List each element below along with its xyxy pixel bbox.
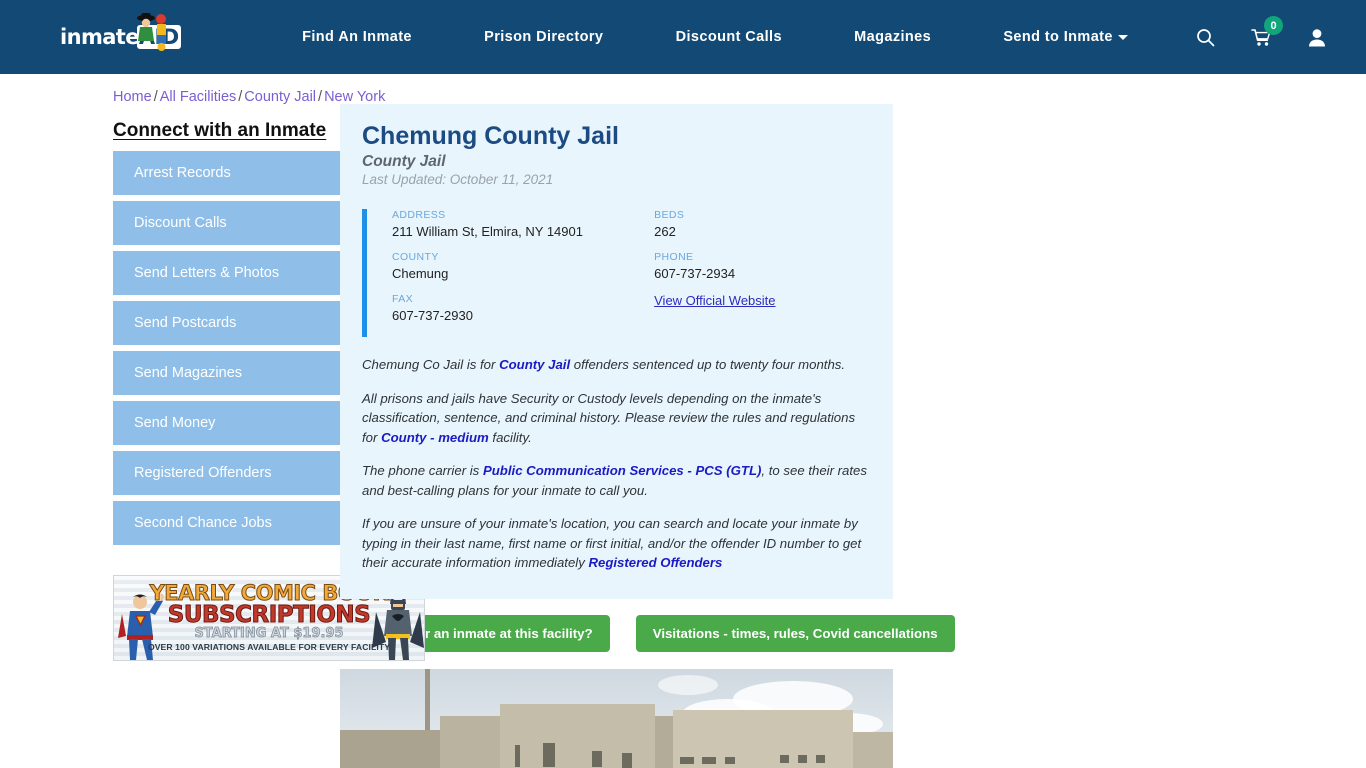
search-icon[interactable] (1194, 25, 1216, 49)
last-updated-text: Last Updated: October 11, 2021 (362, 172, 554, 187)
cart-count-badge: 0 (1264, 16, 1283, 35)
facility-details-block: ADDRESS 211 William St, Elmira, NY 14901… (362, 209, 871, 337)
description-paragraph-3: The phone carrier is Public Communicatio… (362, 461, 871, 500)
detail-label: COUNTY (392, 251, 439, 263)
shopping-cart-icon[interactable]: 0 (1250, 16, 1283, 49)
facility-details-column-right: BEDS 262 PHONE 607-737-2934 View Officia… (654, 209, 871, 337)
breadcrumb-separator: / (153, 89, 158, 105)
breadcrumb-separator: / (318, 89, 323, 105)
user-account-icon[interactable] (1306, 25, 1328, 49)
inmateaid-logo[interactable]: inmateAID (60, 13, 181, 59)
detail-value: 607-737-2934 (654, 266, 736, 281)
breadcrumb-item-county-jail[interactable]: County Jail (244, 89, 316, 105)
nav-link-discount-calls[interactable]: Discount Calls (676, 29, 782, 45)
nav-icon-group: 0 (1194, 16, 1342, 49)
detail-value: 607-737-2930 (392, 308, 473, 323)
description-paragraph-2: All prisons and jails have Security or C… (362, 389, 871, 448)
detail-beds: BEDS 262 (654, 209, 871, 239)
detail-label: PHONE (654, 251, 694, 263)
detail-fax: FAX 607-737-2930 (392, 293, 654, 323)
link-registered-offenders[interactable]: Registered Offenders (588, 555, 722, 570)
detail-county: COUNTY Chemung (392, 251, 654, 281)
link-county-medium[interactable]: County - medium (381, 430, 489, 445)
left-sidebar: Home / All Facilities / County Jail / New York… (0, 74, 435, 768)
chevron-down-icon (1117, 34, 1128, 40)
detail-value: 262 (654, 224, 676, 239)
inmate-figure-icon (137, 13, 166, 51)
link-county-jail[interactable]: County Jail (499, 357, 570, 372)
breadcrumb: Home / All Facilities / County Jail / New York (113, 74, 385, 105)
facility-details-column-left: ADDRESS 211 William St, Elmira, NY 14901… (392, 209, 654, 337)
detail-value: 211 William St, Elmira, NY 14901 (392, 224, 583, 239)
breadcrumb-item-all-facilities[interactable]: All Facilities (160, 89, 237, 105)
facility-building-photo (340, 668, 893, 768)
ad-subtext: OVER 100 VARIATIONS AVAILABLE FOR EVERY … (147, 642, 391, 652)
link-phone-carrier[interactable]: Public Communication Services - PCS (GTL… (483, 463, 761, 478)
nav-link-find-an-inmate[interactable]: Find An Inmate (302, 29, 412, 45)
ad-price-text: STARTING AT $19.95 (194, 626, 344, 642)
detail-phone: PHONE 607-737-2934 (654, 251, 871, 281)
nav-link-prison-directory[interactable]: Prison Directory (484, 29, 603, 45)
detail-address: ADDRESS 211 William St, Elmira, NY 14901 (392, 209, 654, 239)
facility-description: Chemung Co Jail is for County Jail offen… (362, 355, 871, 573)
action-button-row: Looking for an inmate at this facility? … (340, 614, 1366, 652)
p1-text-b: offenders sentenced up to twenty four mo… (570, 357, 846, 372)
detail-label: FAX (392, 293, 414, 305)
sidebar-heading: Connect with an Inmate (113, 120, 327, 141)
nav-link-magazines[interactable]: Magazines (854, 29, 931, 45)
detail-label: BEDS (654, 209, 685, 221)
description-paragraph-4: If you are unsure of your inmate's locat… (362, 514, 871, 573)
main-content: Chemung County Jail County Jail Last Upd… (340, 74, 1366, 768)
top-navigation-bar: inmateAID Find An Inmate Prison Director… (0, 0, 1366, 74)
detail-official-website: View Official Website (654, 293, 871, 308)
view-official-website-link[interactable]: View Official Website (654, 293, 775, 308)
ad-headline-2: SUBSCRIPTIONS (167, 602, 371, 629)
page-title: Chemung County Jail (362, 122, 619, 150)
facility-type-subtitle: County Jail (362, 153, 446, 170)
primary-nav-links: Find An Inmate Prison Directory Discount… (206, 29, 1194, 45)
p2-text-b: facility. (488, 429, 532, 445)
facility-info-card: Chemung County Jail County Jail Last Upd… (340, 104, 893, 599)
p3-text-a: The phone carrier is (362, 463, 483, 478)
page-body: Home / All Facilities / County Jail / New York… (0, 74, 1366, 768)
nav-link-send-to-inmate-label: Send to Inmate (1003, 29, 1113, 45)
p1-text-a: Chemung Co Jail is for (362, 357, 500, 372)
detail-value: Chemung (392, 266, 449, 281)
nav-link-send-to-inmate[interactable]: Send to Inmate (1003, 29, 1128, 45)
description-paragraph-1: Chemung Co Jail is for County Jail offen… (362, 355, 871, 375)
breadcrumb-item-home[interactable]: Home (113, 89, 152, 105)
visitations-button[interactable]: Visitations - times, rules, Covid cancel… (635, 614, 955, 652)
detail-label: ADDRESS (392, 209, 446, 221)
